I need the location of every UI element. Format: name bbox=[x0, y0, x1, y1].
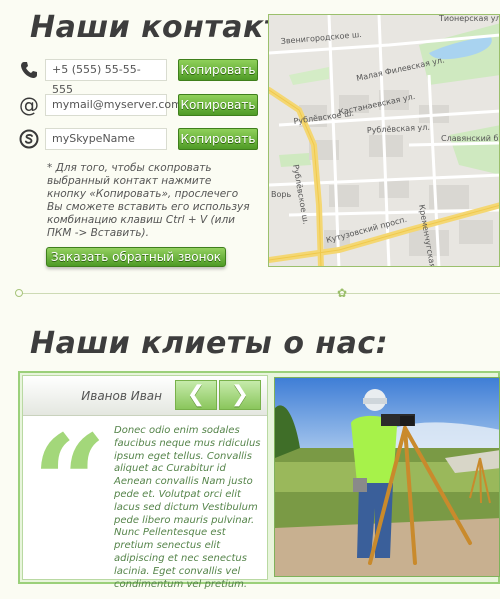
skype-icon bbox=[18, 128, 40, 150]
map-label-vor: Ворь bbox=[271, 190, 291, 199]
review-photo bbox=[274, 377, 500, 577]
reviews-title: Наши клиеты о нас: bbox=[30, 326, 389, 361]
copy-phone-button[interactable]: Копировать bbox=[178, 59, 258, 81]
contact-row-phone: +5 (555) 55-55-555 Копировать bbox=[18, 58, 263, 96]
review-prev-button[interactable]: ❮ bbox=[175, 380, 217, 410]
map-canvas: Звенигородское ш. Малая Филевская ул. Ка… bbox=[269, 15, 500, 266]
map-label-slavyan: Славянский бул. bbox=[441, 134, 500, 143]
phone-field[interactable]: +5 (555) 55-55-555 bbox=[45, 59, 167, 96]
copy-hint-text: * Для того, чтобы скопровать выбранный к… bbox=[47, 162, 250, 239]
section-divider bbox=[18, 293, 500, 294]
map-label-tion: Тионерская ул. bbox=[438, 15, 500, 23]
chevron-left-icon: ❮ bbox=[186, 382, 206, 407]
chevron-right-icon: ❯ bbox=[230, 382, 250, 407]
divider-ornament-left bbox=[15, 289, 23, 297]
quote-icon: “ bbox=[32, 406, 107, 559]
copy-email-button[interactable]: Копировать bbox=[178, 94, 258, 116]
surveyor-photo bbox=[275, 378, 499, 576]
phone-icon bbox=[18, 59, 40, 81]
review-author: Иванов Иван bbox=[81, 389, 162, 403]
skype-field[interactable]: mySkypeName bbox=[45, 128, 167, 150]
at-icon: @ bbox=[19, 93, 39, 117]
map[interactable]: Звенигородское ш. Малая Филевская ул. Ка… bbox=[268, 14, 500, 267]
callback-button[interactable]: Заказать обратный звонок bbox=[46, 247, 226, 267]
email-field[interactable]: mymail@myserver.com bbox=[45, 94, 182, 116]
copy-skype-button[interactable]: Копировать bbox=[178, 128, 258, 150]
review-next-button[interactable]: ❯ bbox=[219, 380, 261, 410]
contact-row-email: @ mymail@myserver.com Копировать bbox=[18, 93, 263, 117]
divider-ornament-center: ✿ bbox=[336, 286, 348, 300]
contact-row-skype: mySkypeName Копировать bbox=[18, 127, 263, 151]
review-text: Donec odio enim sodales faucibus neque m… bbox=[114, 425, 261, 590]
